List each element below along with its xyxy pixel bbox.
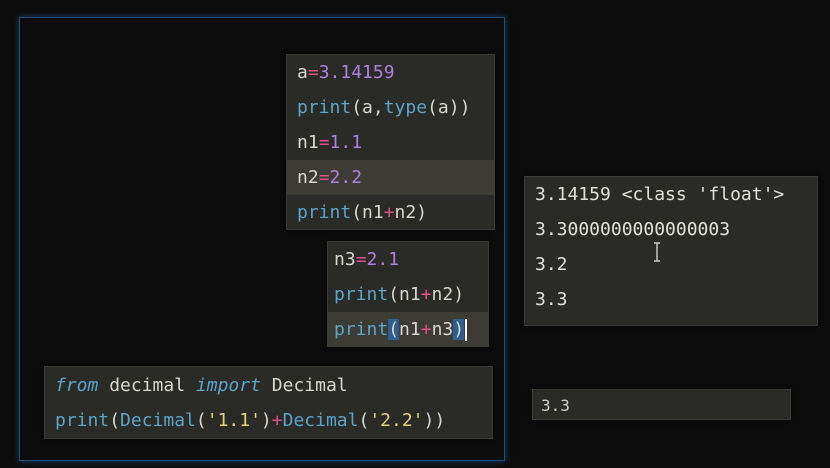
code-token: = bbox=[355, 249, 367, 270]
matched-bracket: ( bbox=[388, 319, 400, 340]
code-line[interactable]: print(Decimal('1.1')+Decimal('2.2')) bbox=[45, 403, 492, 438]
code-token: = bbox=[318, 167, 330, 188]
code-line[interactable]: a=3.14159 bbox=[287, 55, 494, 90]
code-token: (n1 bbox=[388, 284, 421, 305]
code-token: = bbox=[307, 62, 319, 83]
code-token: '1.1' bbox=[206, 410, 261, 431]
code-token: + bbox=[420, 284, 432, 305]
code-block-2: n3=2.1 print(n1+n2) print(n1+n3) bbox=[327, 241, 489, 347]
code-line-highlighted[interactable]: print(n1+n3) bbox=[328, 312, 488, 347]
code-line-highlighted[interactable]: n2=2.2 bbox=[287, 160, 494, 195]
code-token: 2.1 bbox=[366, 249, 400, 270]
matched-bracket: ) bbox=[453, 319, 465, 340]
code-token: print bbox=[297, 97, 352, 118]
code-token: Decimal bbox=[282, 410, 359, 431]
code-token: 3.14159 bbox=[318, 62, 395, 83]
code-token: ( bbox=[358, 410, 370, 431]
output-line: 3.14159 <class 'float'> bbox=[535, 184, 785, 205]
code-token: ) bbox=[260, 410, 272, 431]
code-token: = bbox=[318, 132, 330, 153]
code-token: a bbox=[297, 62, 308, 83]
code-token: n2) bbox=[431, 284, 465, 305]
output-line: 3.2 bbox=[535, 254, 568, 275]
code-token: import bbox=[195, 375, 261, 396]
output-line: 3.3 bbox=[541, 396, 570, 415]
code-token: (n1 bbox=[351, 202, 384, 223]
code-line[interactable]: from decimal import Decimal bbox=[45, 368, 492, 403]
code-token: )) bbox=[423, 410, 446, 431]
code-token: print bbox=[334, 319, 389, 340]
code-token: n2 bbox=[297, 167, 319, 188]
code-token: n1 bbox=[297, 132, 319, 153]
code-token: decimal bbox=[98, 375, 196, 396]
code-token: n3 bbox=[334, 249, 356, 270]
code-token: n3 bbox=[431, 319, 454, 340]
code-token: Decimal bbox=[260, 375, 348, 396]
code-block-1: a=3.14159 print(a,type(a)) n1=1.1 n2=2.2… bbox=[286, 54, 495, 230]
code-line[interactable]: print(a,type(a)) bbox=[287, 90, 494, 125]
text-cursor-icon bbox=[654, 242, 660, 262]
code-token: Decimal bbox=[120, 410, 196, 431]
output-panel-small: 3.3 bbox=[532, 389, 791, 420]
output-panel: 3.14159 <class 'float'> 3.30000000000000… bbox=[524, 176, 818, 326]
code-token: n2) bbox=[394, 202, 428, 223]
code-token: print bbox=[55, 410, 110, 431]
code-token: print bbox=[297, 202, 352, 223]
code-token: + bbox=[271, 410, 283, 431]
code-token: n1 bbox=[399, 319, 421, 340]
code-token: + bbox=[383, 202, 395, 223]
output-line: 3.3 bbox=[535, 289, 568, 310]
code-line[interactable]: print(n1+n2) bbox=[328, 277, 488, 312]
code-token: from bbox=[55, 375, 99, 396]
code-line[interactable]: n3=2.1 bbox=[328, 242, 488, 277]
code-token: + bbox=[420, 319, 432, 340]
code-line[interactable]: print(n1+n2) bbox=[287, 195, 494, 230]
code-token: 1.1 bbox=[329, 132, 363, 153]
code-block-3: from decimal import Decimal print(Decima… bbox=[44, 366, 493, 439]
code-line[interactable]: n1=1.1 bbox=[287, 125, 494, 160]
code-token: print bbox=[334, 284, 389, 305]
output-line: 3.3000000000000003 bbox=[535, 219, 731, 240]
code-token: (a)) bbox=[427, 97, 471, 118]
text-caret bbox=[465, 319, 468, 341]
code-token: '2.2' bbox=[369, 410, 424, 431]
code-token: ( bbox=[109, 410, 121, 431]
code-token: 2.2 bbox=[329, 167, 363, 188]
code-token: ( bbox=[195, 410, 207, 431]
code-token: type bbox=[383, 97, 428, 118]
code-token: (a, bbox=[351, 97, 384, 118]
